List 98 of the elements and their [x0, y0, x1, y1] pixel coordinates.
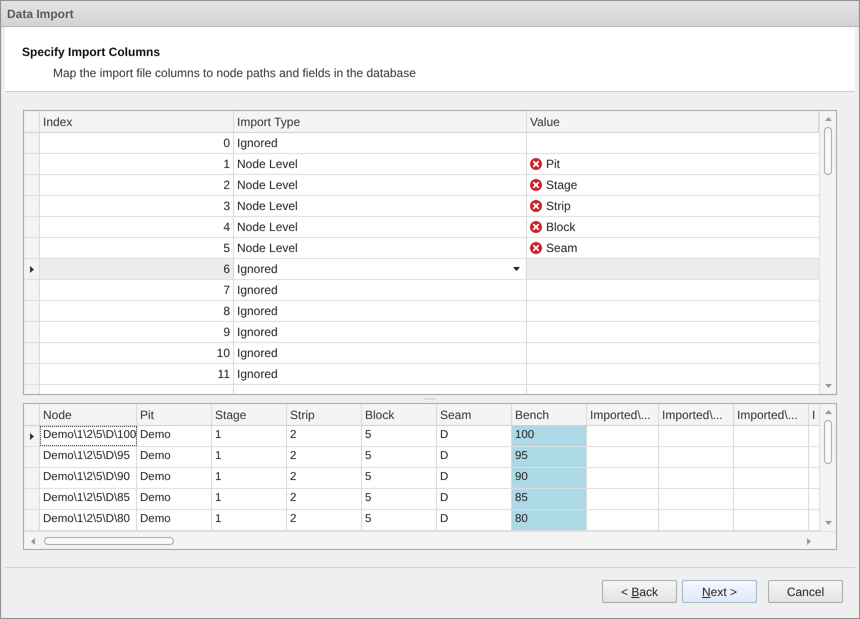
- vertical-scrollbar[interactable]: [819, 111, 836, 394]
- table-cell-text: Ignored: [236, 135, 279, 152]
- table-cell: 10: [40, 343, 234, 363]
- table-cell: 1: [212, 426, 287, 446]
- table-cell: 11: [40, 364, 234, 384]
- table-cell-text: Pit: [546, 156, 560, 173]
- table-cell-text: Strip: [546, 198, 571, 215]
- table-cell: Demo: [137, 510, 212, 530]
- table-cell: Demo\1\2\5\D\100: [40, 426, 137, 446]
- page-description: Map the import file columns to node paths and fields in the database: [52, 65, 417, 82]
- table-cell: 90: [512, 468, 587, 488]
- table-cell: 2: [40, 175, 234, 195]
- table-cell-text: Node Level: [236, 156, 299, 173]
- table-cell: Demo: [137, 489, 212, 509]
- table-cell: 0: [40, 133, 234, 153]
- table-cell: 5: [362, 489, 437, 509]
- error-icon: [530, 242, 542, 254]
- error-icon: [530, 179, 542, 191]
- table-cell-text: Node Level: [236, 219, 299, 236]
- column-header[interactable]: Imported\...: [587, 404, 659, 425]
- table-cell: Demo\1\2\5\D\90: [40, 468, 137, 488]
- table-cell: 6: [40, 259, 234, 279]
- scroll-thumb[interactable]: [44, 537, 174, 545]
- row-indicator[interactable]: [24, 259, 40, 279]
- horizontal-scrollbar[interactable]: [24, 531, 836, 549]
- table-cell-text: Node Level: [236, 198, 299, 215]
- table-cell: Demo\1\2\5\D\85: [40, 489, 137, 509]
- row-pointer-icon: [30, 432, 34, 440]
- table-cell: 5: [362, 426, 437, 446]
- column-header[interactable]: Bench: [512, 404, 587, 425]
- table-cell: 2: [287, 510, 362, 530]
- table-cell: 2: [287, 489, 362, 509]
- table-cell-text: Ignored: [236, 282, 279, 299]
- scroll-left-icon[interactable]: [31, 538, 35, 545]
- table-cell: 5: [362, 447, 437, 467]
- table-cell: 1: [212, 489, 287, 509]
- scroll-down-icon[interactable]: [825, 521, 832, 525]
- table-cell-text: Ignored: [236, 366, 279, 383]
- scroll-up-icon[interactable]: [825, 410, 832, 414]
- table-cell: Demo: [137, 447, 212, 467]
- column-header[interactable]: Strip: [287, 404, 362, 425]
- table-cell-text: Node Level: [236, 177, 299, 194]
- column-header[interactable]: Stage: [212, 404, 287, 425]
- column-header[interactable]: Pit: [137, 404, 212, 425]
- wizard-button[interactable]: Next >: [682, 580, 757, 603]
- scroll-down-icon[interactable]: [825, 384, 832, 388]
- table-cell: Demo\1\2\5\D\80: [40, 510, 137, 530]
- column-header[interactable]: Import Type: [234, 111, 527, 132]
- table-cell: 1: [212, 447, 287, 467]
- table-cell: 9: [40, 322, 234, 342]
- column-header[interactable]: Imported\...: [734, 404, 809, 425]
- table-cell-text: Block: [546, 219, 576, 236]
- error-icon: [530, 221, 542, 233]
- table-cell-text: Stage: [546, 177, 578, 194]
- table-cell: 1: [212, 468, 287, 488]
- table-cell-text: Ignored: [236, 303, 279, 320]
- table-cell: 95: [512, 447, 587, 467]
- row-pointer-icon: [30, 266, 34, 272]
- scroll-thumb[interactable]: [824, 420, 832, 464]
- column-header[interactable]: Imported\...: [659, 404, 734, 425]
- error-icon: [530, 200, 542, 212]
- table-cell-text: Ignored: [236, 324, 279, 341]
- column-header[interactable]: Seam: [437, 404, 512, 425]
- window-title: Data Import: [7, 6, 74, 22]
- scroll-thumb[interactable]: [824, 127, 832, 175]
- table-cell: 5: [40, 238, 234, 258]
- table-cell: 1: [212, 510, 287, 530]
- column-header[interactable]: Block: [362, 404, 437, 425]
- table-cell: 2: [287, 447, 362, 467]
- table-cell: 3: [40, 196, 234, 216]
- wizard-button[interactable]: Cancel: [768, 580, 843, 603]
- scroll-right-icon[interactable]: [807, 538, 811, 545]
- table-cell: 80: [512, 510, 587, 530]
- table-cell-text: Seam: [546, 240, 578, 257]
- column-header[interactable]: Index: [40, 111, 234, 132]
- table-cell-text: Node Level: [236, 240, 299, 257]
- table-cell: 7: [40, 280, 234, 300]
- table-cell: 1: [40, 154, 234, 174]
- row-indicator[interactable]: [24, 426, 40, 446]
- table-cell: 85: [512, 489, 587, 509]
- table-cell: 5: [362, 510, 437, 530]
- vertical-scrollbar[interactable]: [819, 404, 836, 531]
- wizard-button[interactable]: < Back: [602, 580, 677, 603]
- table-cell: Demo: [137, 426, 212, 446]
- table-cell: 2: [287, 468, 362, 488]
- table-cell: 4: [40, 217, 234, 237]
- table-cell: 100: [512, 426, 587, 446]
- table-cell-text: Ignored: [236, 345, 279, 362]
- error-icon: [530, 158, 542, 170]
- table-cell: 8: [40, 301, 234, 321]
- table-cell: 2: [287, 426, 362, 446]
- table-cell: Demo: [137, 468, 212, 488]
- table-cell: Demo\1\2\5\D\95: [40, 447, 137, 467]
- table-cell: 5: [362, 468, 437, 488]
- column-header[interactable]: Node: [40, 404, 137, 425]
- scroll-up-icon[interactable]: [825, 117, 832, 121]
- dropdown-arrow-icon: [513, 267, 520, 271]
- page-heading: Specify Import Columns: [22, 44, 162, 61]
